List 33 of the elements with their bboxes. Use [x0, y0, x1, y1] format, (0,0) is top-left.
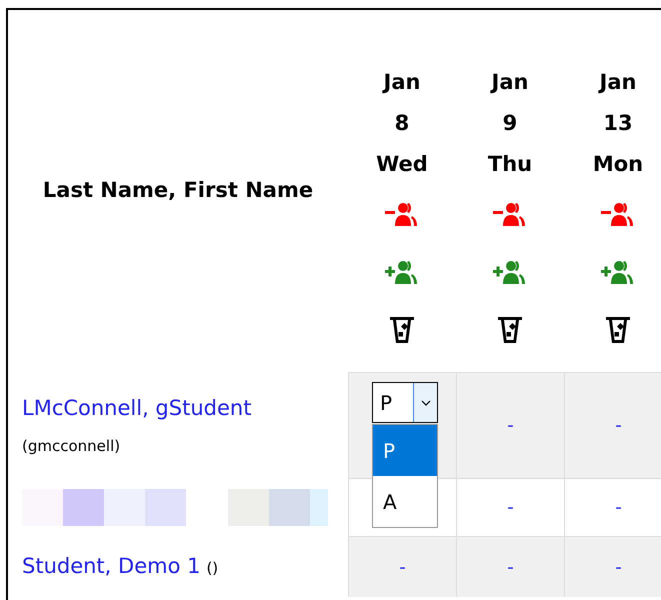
attendance-mark: - — [399, 556, 406, 580]
remove-user-icon[interactable] — [601, 202, 635, 226]
remove-user-icon[interactable] — [385, 202, 419, 226]
attendance-mark: - — [615, 556, 622, 580]
date-weekday: Wed — [376, 151, 428, 178]
date-day: 13 — [603, 103, 633, 144]
student-name-link[interactable]: Student, Demo 1 — [22, 550, 200, 582]
add-user-icon[interactable] — [601, 260, 635, 284]
attendance-mark: - — [507, 414, 514, 438]
student-name-link[interactable]: LMcConnell, gStudent — [22, 393, 252, 424]
bin-icon[interactable] — [389, 316, 415, 344]
remove-user-icon[interactable] — [493, 202, 527, 226]
date-month: Jan — [492, 69, 528, 96]
date-day: 8 — [394, 103, 410, 144]
date-month: Jan — [600, 69, 636, 96]
attendance-mark: - — [507, 496, 514, 520]
attendance-mark: - — [615, 414, 622, 438]
attendance-mark: - — [615, 496, 622, 520]
date-month: Jan — [384, 69, 420, 96]
attendance-select[interactable]: P — [372, 382, 438, 423]
bin-icon[interactable] — [605, 316, 631, 344]
add-user-icon[interactable] — [493, 260, 527, 284]
attendance-mark: - — [507, 556, 514, 580]
date-day: 9 — [502, 103, 518, 144]
date-weekday: Thu — [488, 151, 532, 178]
add-user-icon[interactable] — [385, 260, 419, 284]
username: () — [206, 558, 218, 579]
caret-icon — [420, 400, 430, 406]
bin-icon[interactable] — [497, 316, 523, 344]
column-header: Last Name, First Name — [42, 177, 314, 204]
username: (gmcconnell) — [22, 436, 122, 456]
dropdown-option[interactable]: P — [373, 425, 437, 476]
date-weekday: Mon — [592, 151, 644, 178]
